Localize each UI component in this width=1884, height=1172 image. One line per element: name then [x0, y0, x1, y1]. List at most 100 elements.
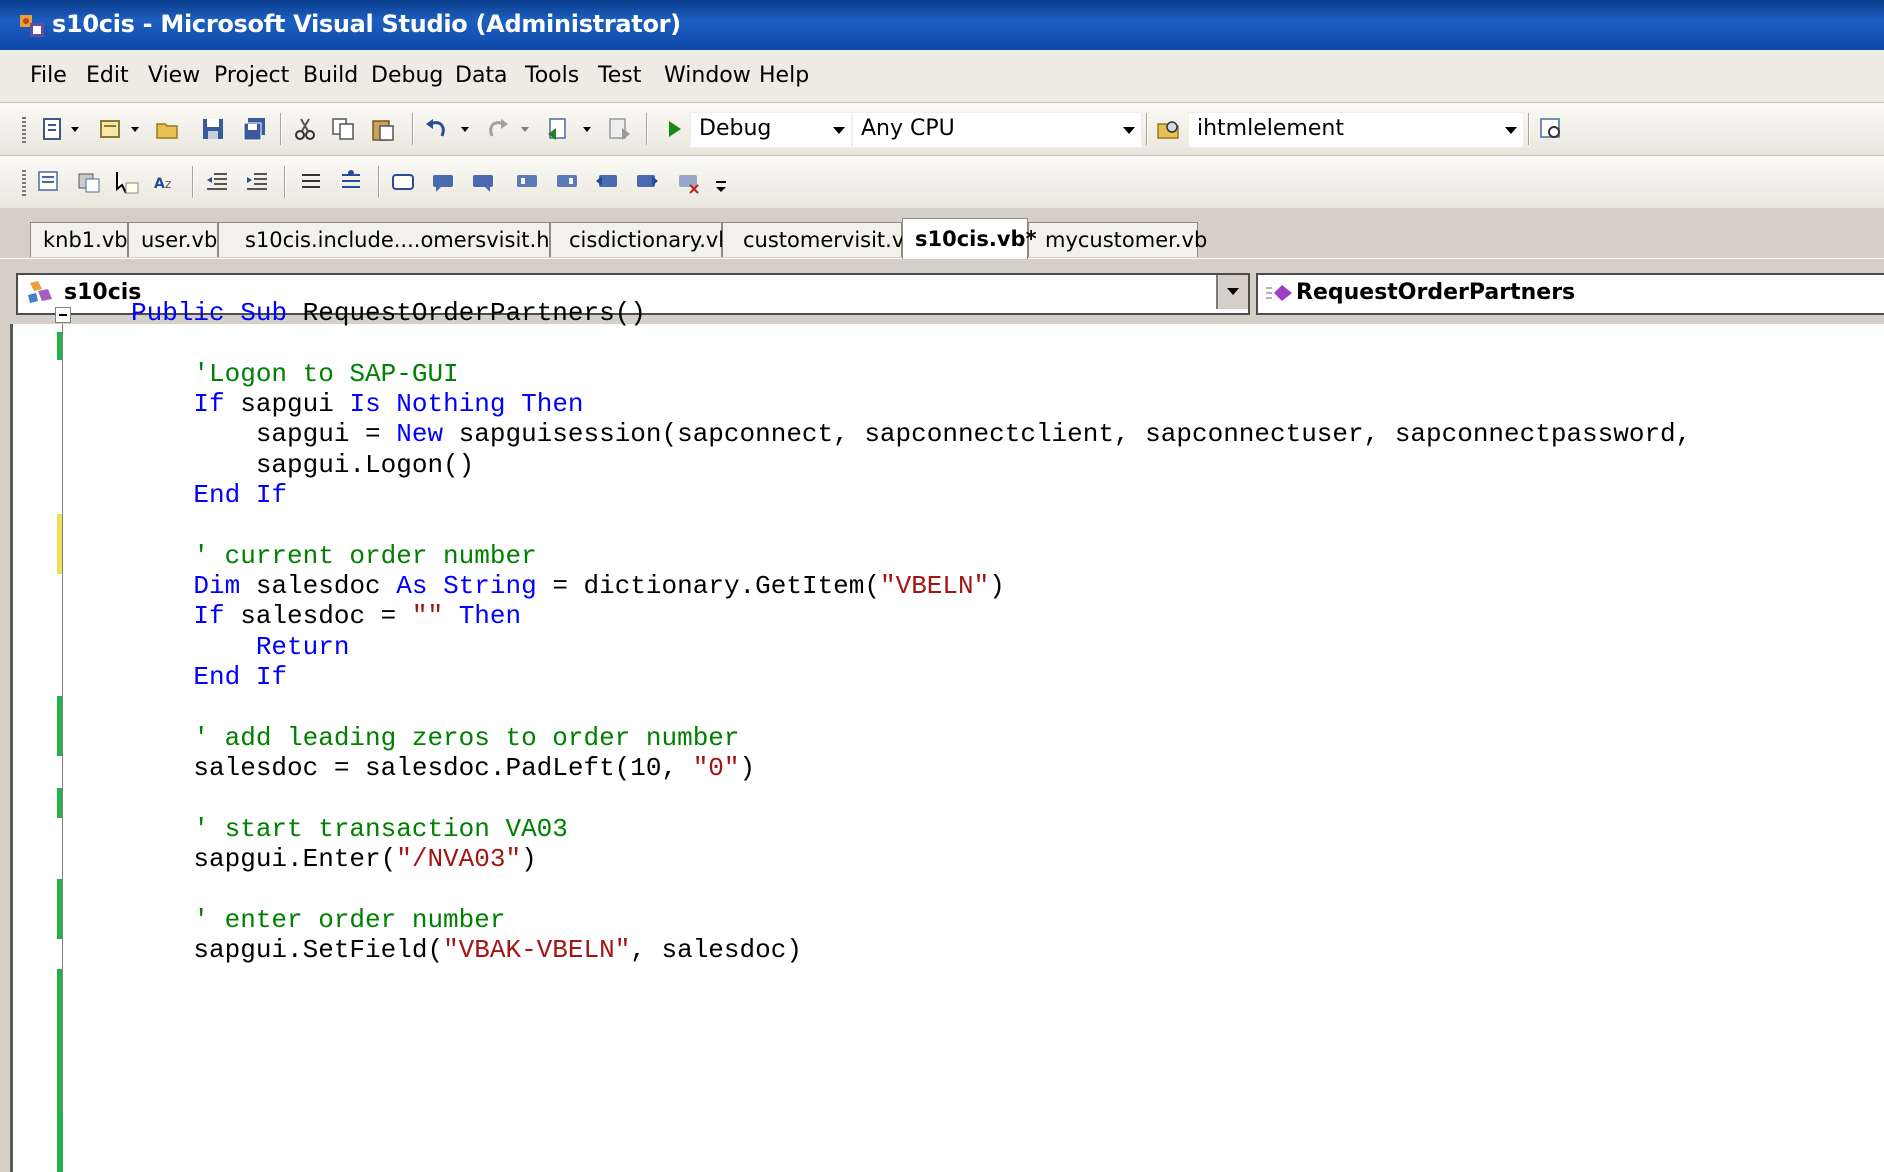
paste-icon[interactable]	[370, 116, 396, 142]
keyword-token: End	[193, 479, 241, 510]
menu-debug[interactable]: Debug	[371, 63, 443, 88]
menu-window[interactable]: Window	[664, 63, 751, 88]
cut-icon[interactable]	[292, 116, 318, 142]
menu-project[interactable]: Project	[214, 63, 289, 88]
decrease-indent-icon[interactable]	[204, 169, 230, 195]
navigate-backward-icon[interactable]	[546, 116, 572, 142]
document-tab-strip: knb1.vb user.vb s10cis.include....omersv…	[0, 208, 1884, 259]
open-folder-icon[interactable]	[155, 116, 181, 142]
comment-token: ' current order number	[131, 540, 537, 571]
tab-knb1-vb[interactable]: knb1.vb	[30, 222, 128, 257]
redo-icon[interactable]	[484, 116, 510, 142]
new-project-icon[interactable]	[40, 116, 66, 142]
tab-mycustomer-vb[interactable]: mycustomer.vb	[1028, 222, 1207, 257]
toolbar-options-icon[interactable]	[712, 178, 730, 196]
chevron-down-icon	[1505, 127, 1517, 134]
code-line: ' current order number	[131, 540, 537, 571]
start-debugging-icon[interactable]	[662, 116, 688, 142]
menu-test[interactable]: Test	[598, 63, 641, 88]
dropdown-arrow-icon[interactable]	[580, 116, 594, 142]
method-name-value: RequestOrderPartners	[1296, 280, 1576, 305]
menu-file[interactable]: File	[30, 63, 67, 88]
uncomment-lines-icon[interactable]	[338, 169, 364, 195]
add-item-icon[interactable]	[98, 116, 124, 142]
navigate-forward-icon[interactable]	[606, 116, 632, 142]
tab-cisdictionary-vb[interactable]: cisdictionary.vb	[550, 222, 732, 257]
menu-tools[interactable]: Tools	[525, 63, 579, 88]
tab-s10cis-vb[interactable]: s10cis.vb*	[902, 218, 1037, 259]
code-line: Dim salesdoc As String = dictionary.GetI…	[131, 570, 1005, 601]
menu-build[interactable]: Build	[303, 63, 358, 88]
standard-toolbar: Debug Any CPU ihtmlelement	[0, 103, 1884, 156]
tab-user-vb[interactable]: user.vb	[128, 222, 218, 257]
code-line: sapgui = New sapguisession(sapconnect, s…	[131, 419, 1691, 449]
previous-bookmark-icon[interactable]	[430, 169, 456, 195]
dropdown-arrow-icon[interactable]	[518, 116, 532, 142]
method-name-dropdown[interactable]: RequestOrderPartners	[1256, 273, 1884, 315]
dropdown-arrow-icon[interactable]	[68, 116, 82, 142]
solution-explorer-icon[interactable]	[1538, 116, 1564, 142]
toolbar-grip[interactable]	[22, 170, 26, 196]
text-editor-toolbar: Az	[0, 156, 1884, 209]
method-icon	[1266, 285, 1292, 301]
tab-customervisit-vb[interactable]: customervisit.vb	[722, 222, 918, 257]
save-icon[interactable]	[200, 116, 226, 142]
next-bookmark-in-document-icon[interactable]	[634, 169, 660, 195]
object-browser-icon[interactable]	[36, 169, 62, 195]
previous-bookmark-in-folder-icon[interactable]	[514, 169, 540, 195]
comment-lines-icon[interactable]	[298, 169, 324, 195]
toolbar-grip[interactable]	[22, 117, 26, 143]
code-editor[interactable]: Public Sub RequestOrderPartners() 'Logon…	[10, 298, 1884, 1172]
menu-help[interactable]: Help	[759, 63, 809, 88]
menu-data[interactable]: Data	[455, 63, 508, 88]
solution-configuration-dropdown[interactable]: Debug	[690, 112, 852, 148]
menu-edit[interactable]: Edit	[86, 63, 129, 88]
complete-word-icon[interactable]: Az	[152, 169, 178, 195]
display-parameter-info-icon[interactable]	[76, 169, 102, 195]
previous-bookmark-in-document-icon[interactable]	[594, 169, 620, 195]
code-token: sapgui.Enter(	[131, 843, 397, 874]
find-combo-box[interactable]: ihtmlelement	[1188, 112, 1524, 148]
code-line: Return	[131, 632, 350, 662]
code-line: End If	[131, 662, 287, 692]
code-line: 'Logon to SAP-GUI	[131, 359, 458, 389]
dropdown-arrow-icon[interactable]	[458, 116, 472, 142]
copy-icon[interactable]	[330, 116, 356, 142]
toggle-bookmark-icon[interactable]	[390, 169, 416, 195]
solution-platform-dropdown[interactable]: Any CPU	[852, 112, 1142, 148]
dropdown-arrow-icon[interactable]	[128, 116, 142, 142]
collapse-region-icon[interactable]	[55, 307, 71, 323]
code-token: salesdoc = salesdoc.PadLeft(10,	[131, 752, 693, 783]
next-bookmark-icon[interactable]	[470, 169, 496, 195]
toolbar-separator	[192, 166, 193, 198]
string-token: "VBELN"	[879, 570, 990, 601]
keyword-token: Then	[521, 388, 584, 419]
tab-label: user.vb	[141, 228, 218, 252]
next-bookmark-in-folder-icon[interactable]	[554, 169, 580, 195]
undo-icon[interactable]	[424, 116, 450, 142]
display-quick-info-icon[interactable]	[114, 169, 140, 195]
chevron-down-icon[interactable]	[1216, 275, 1248, 309]
menu-view[interactable]: View	[148, 63, 200, 88]
toolbar-separator	[412, 113, 413, 145]
increase-indent-icon[interactable]	[244, 169, 270, 195]
keyword-token: Public	[131, 298, 225, 328]
find-in-files-icon[interactable]	[1156, 116, 1182, 142]
code-token: = dictionary.GetItem(	[536, 570, 880, 601]
save-all-icon[interactable]	[242, 116, 268, 142]
code-token: )	[989, 570, 1005, 601]
clear-bookmarks-icon[interactable]	[676, 169, 702, 195]
code-line: ' add leading zeros to order number	[131, 723, 739, 753]
keyword-token: If	[255, 479, 288, 510]
keyword-token: If	[193, 601, 225, 632]
tab-s10cis-include-html[interactable]: s10cis.include....omersvisit.html	[218, 222, 584, 257]
code-token: sapguisession(sapconnect, sapconnectclie…	[443, 419, 1692, 450]
